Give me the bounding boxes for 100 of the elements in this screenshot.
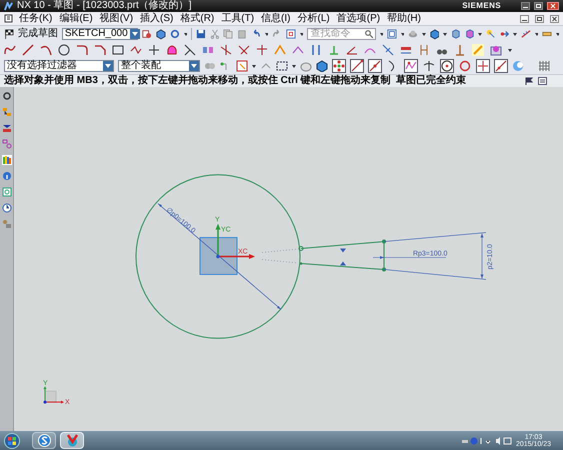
relations-icon[interactable] (454, 44, 466, 56)
finish-sketch-button[interactable]: 完成草图 (18, 29, 58, 39)
menu-item[interactable]: 工具(T) (221, 14, 254, 24)
maximize-icon[interactable] (534, 2, 543, 10)
books-icon[interactable] (2, 155, 12, 165)
dashed-rectangle-icon[interactable] (276, 60, 288, 72)
ball-icon[interactable] (300, 60, 312, 72)
radius-dimension-line[interactable] (372, 256, 446, 259)
corner-icon[interactable] (238, 44, 250, 56)
sketch-name-dropdown[interactable]: SKETCH_000 (62, 28, 138, 40)
sketch-view-icon[interactable] (490, 44, 502, 56)
tangent-icon[interactable] (400, 44, 412, 56)
save-icon[interactable] (196, 28, 206, 40)
reattach-icon[interactable] (170, 28, 180, 40)
angle-icon[interactable] (346, 44, 358, 56)
fit-icon[interactable] (387, 28, 398, 40)
width-dimension-line[interactable] (480, 233, 484, 279)
menu-item[interactable]: 插入(S) (140, 14, 174, 24)
doc-minimize-icon[interactable] (520, 14, 529, 22)
caret-icon[interactable] (443, 32, 447, 36)
menu-item[interactable]: 分析(L) (298, 14, 330, 24)
view-section-icon[interactable] (464, 28, 474, 40)
measure-icon[interactable] (520, 28, 531, 40)
taskbar-app-button[interactable] (60, 432, 84, 449)
checkered-flag-icon[interactable] (4, 28, 14, 40)
caret-icon[interactable] (265, 32, 268, 36)
caret-icon[interactable] (300, 32, 304, 36)
clock-icon[interactable] (2, 203, 12, 213)
caret-icon[interactable] (556, 32, 560, 36)
snap-toggle[interactable] (494, 59, 508, 73)
snap-toggle[interactable] (332, 59, 346, 73)
menu-item[interactable]: 格式(R) (180, 14, 214, 24)
taskbar-app-button[interactable] (32, 432, 56, 449)
sketch-settings-icon[interactable] (142, 28, 152, 40)
caret-icon[interactable] (401, 32, 404, 36)
profile-icon[interactable] (4, 44, 16, 56)
refresh-page-icon[interactable] (2, 187, 12, 197)
snap-toggle[interactable] (440, 59, 454, 73)
trim-icon[interactable] (184, 44, 196, 56)
caret-icon[interactable] (508, 48, 512, 52)
line-icon[interactable] (22, 44, 34, 56)
box-icon[interactable] (316, 60, 328, 72)
caret-icon[interactable] (252, 64, 256, 68)
selection-filter-dropdown[interactable]: 没有选择过滤器 (4, 60, 114, 72)
menu-item[interactable]: 编辑(E) (59, 14, 93, 24)
tray-icons[interactable] (462, 436, 512, 446)
caret-icon[interactable] (513, 32, 517, 36)
dropdown-arrow-icon[interactable] (189, 61, 199, 71)
snap-toggle[interactable] (476, 59, 490, 73)
rectangle-icon[interactable] (112, 44, 124, 56)
polygon-line-icon[interactable] (130, 44, 142, 56)
menu-item[interactable]: 信息(I) (261, 14, 290, 24)
dimension-icon[interactable] (292, 44, 304, 56)
search-icon[interactable] (364, 30, 373, 38)
select-box-icon[interactable] (236, 60, 248, 72)
split-icon[interactable] (256, 44, 268, 56)
menu-item[interactable]: 视图(V) (100, 14, 134, 24)
close-icon[interactable] (547, 2, 559, 10)
fit-view-icon[interactable] (286, 28, 296, 40)
offset-icon[interactable] (166, 44, 178, 56)
sketch-profile[interactable] (298, 240, 386, 272)
snap-toggle[interactable] (458, 59, 472, 73)
menu-item[interactable]: 首选项(P) (336, 14, 380, 24)
sketch-circle[interactable] (136, 174, 300, 339)
bracket-icon[interactable] (418, 44, 430, 56)
snap-toggle[interactable] (422, 59, 436, 73)
convert-icon[interactable] (382, 44, 394, 56)
tasks-icon[interactable] (4, 14, 13, 23)
fillet-icon[interactable] (76, 44, 88, 56)
snap-toggle[interactable] (350, 59, 364, 73)
flag-icon[interactable] (525, 77, 534, 85)
minimize-icon[interactable] (521, 2, 530, 10)
caret-icon[interactable] (478, 32, 482, 36)
parallel-icon[interactable] (310, 44, 322, 56)
view-orient-icon[interactable] (450, 28, 461, 40)
extend-icon[interactable] (220, 44, 232, 56)
snap-toggle[interactable] (368, 59, 382, 73)
start-button-icon[interactable] (4, 432, 20, 448)
caret-icon[interactable] (534, 32, 538, 36)
mirror-icon[interactable] (202, 44, 214, 56)
caret-icon[interactable] (380, 32, 384, 36)
shaded-cube-icon[interactable] (430, 28, 440, 40)
point-arrow-icon[interactable] (500, 28, 510, 40)
cube-icon[interactable] (156, 28, 166, 40)
dropdown-arrow-icon[interactable] (130, 29, 140, 39)
part-navigator-icon[interactable] (2, 139, 12, 149)
doc-close-icon[interactable] (550, 14, 559, 22)
arc-icon[interactable] (40, 44, 52, 56)
grid-icon[interactable] (538, 60, 550, 72)
dropdown-arrow-icon[interactable] (103, 61, 113, 71)
list-icon[interactable] (538, 77, 547, 85)
gear-icon[interactable] (2, 91, 12, 101)
info-icon[interactable] (2, 171, 12, 181)
diameter-dimension-line[interactable] (158, 203, 282, 310)
point-icon[interactable] (148, 44, 160, 56)
menu-item[interactable]: 任务(K) (19, 14, 52, 24)
circle-icon[interactable] (58, 44, 70, 56)
caret-icon[interactable] (184, 32, 187, 36)
caret-icon[interactable] (422, 32, 426, 36)
selection-scope-dropdown[interactable]: 整个装配 (118, 60, 200, 72)
